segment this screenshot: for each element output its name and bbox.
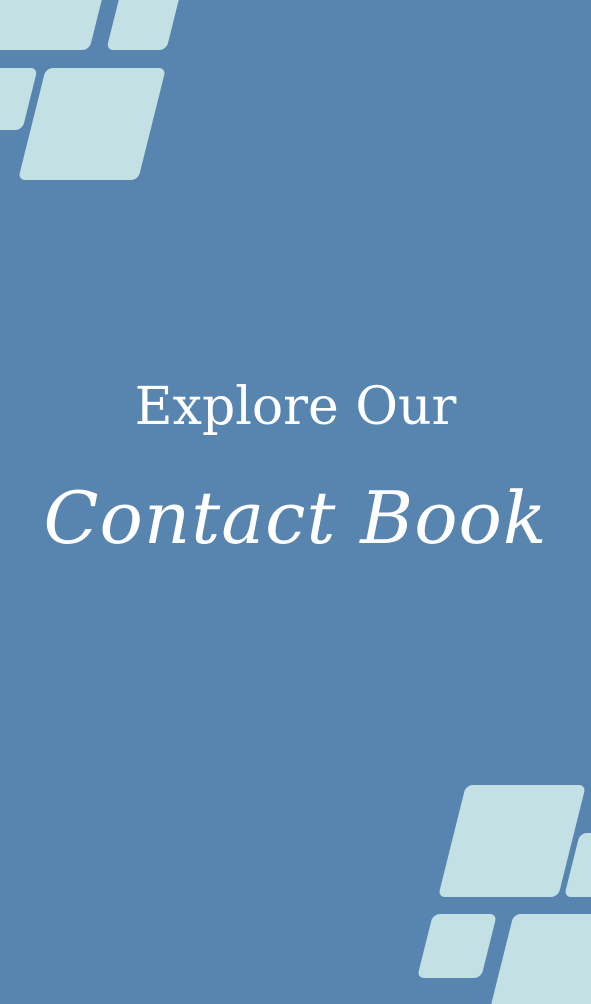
script-title: Contact Book — [43, 476, 548, 560]
decorative-tile — [438, 785, 586, 897]
decorative-tile — [417, 914, 497, 978]
poster-canvas: Explore Our Contact Book — [0, 0, 591, 1004]
decorative-tile — [0, 0, 107, 50]
decorative-tile — [18, 68, 166, 180]
headline-text: Explore Our — [134, 377, 457, 437]
decorative-tile — [106, 0, 184, 50]
decorative-tile — [486, 914, 591, 1004]
